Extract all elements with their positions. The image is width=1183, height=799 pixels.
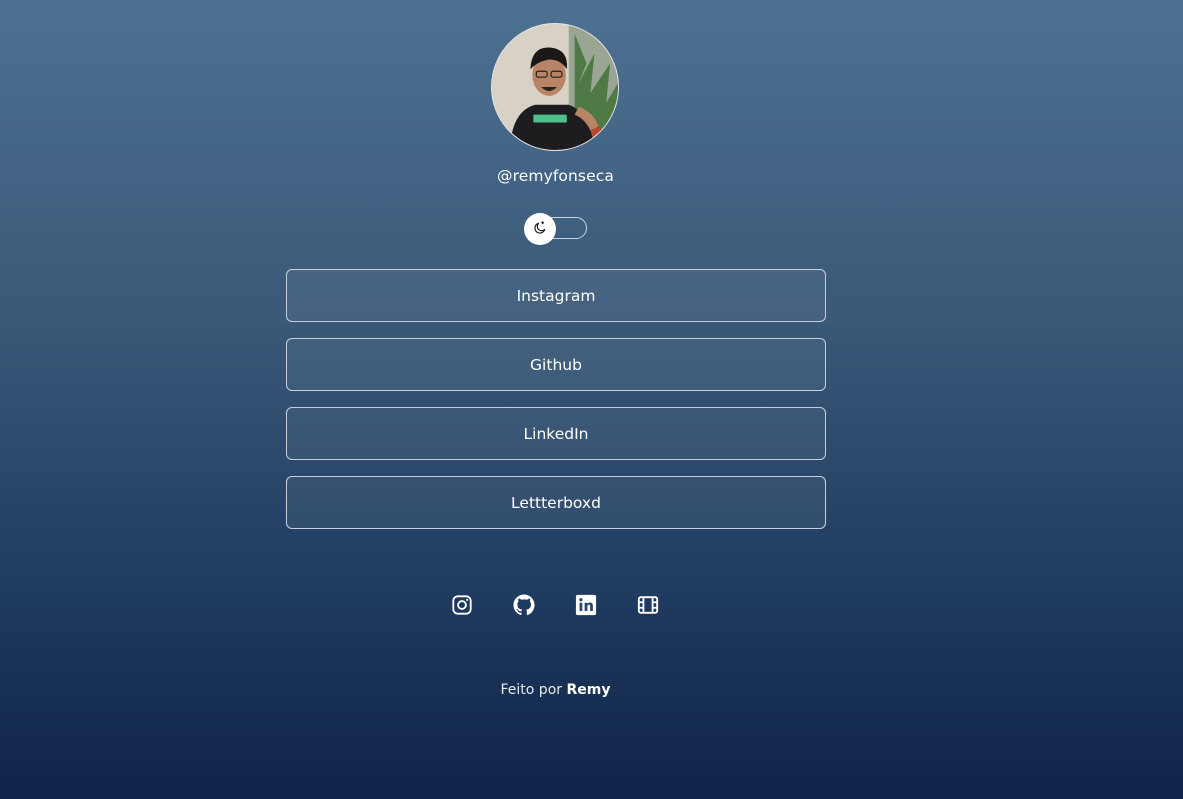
- footer: Feito por Remy: [0, 682, 1111, 698]
- github-icon[interactable]: [510, 591, 538, 619]
- footer-prefix: Feito por: [500, 682, 563, 698]
- linkedin-link-button[interactable]: LinkedIn: [286, 407, 826, 460]
- github-link-button[interactable]: Github: [286, 338, 826, 391]
- linkedin-icon[interactable]: [572, 591, 600, 619]
- avatar: [491, 23, 619, 151]
- link-list: Instagram Github LinkedIn Lettterboxd: [286, 269, 826, 545]
- film-icon[interactable]: [634, 591, 662, 619]
- theme-toggle-knob[interactable]: [524, 213, 556, 245]
- profile-photo: [492, 24, 618, 150]
- username: @remyfonseca: [497, 167, 614, 185]
- instagram-link-button[interactable]: Instagram: [286, 269, 826, 322]
- moon-icon: [533, 220, 547, 239]
- social-icons: [448, 591, 662, 619]
- instagram-icon[interactable]: [448, 591, 476, 619]
- footer-author-link[interactable]: Remy: [566, 682, 610, 698]
- letterboxd-link-button[interactable]: Lettterboxd: [286, 476, 826, 529]
